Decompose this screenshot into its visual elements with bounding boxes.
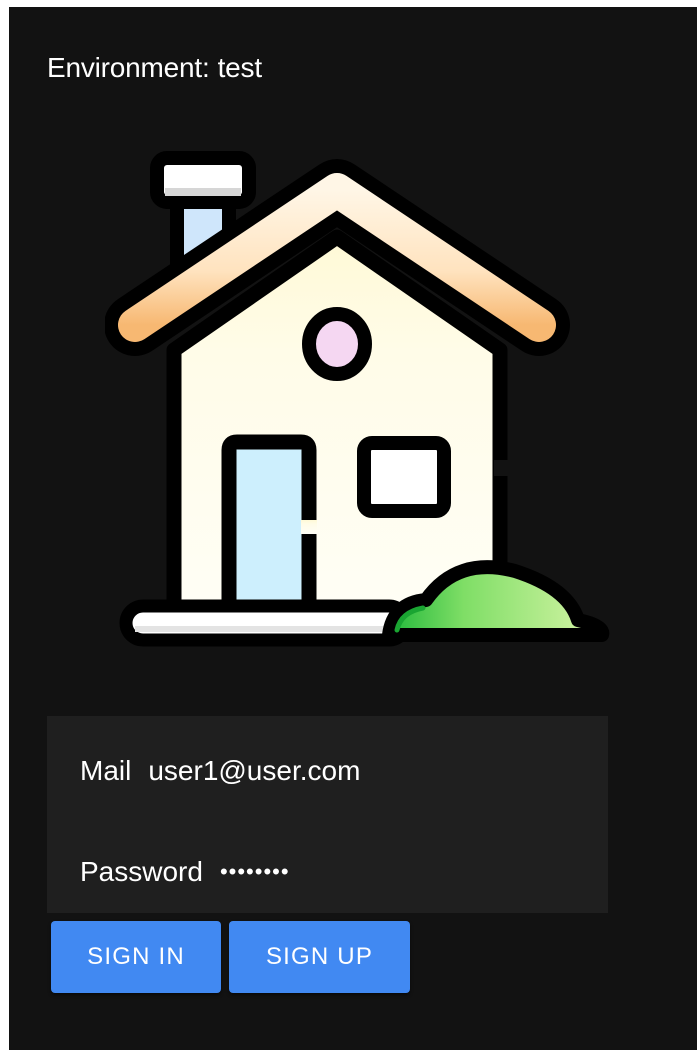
environment-value: test bbox=[217, 52, 263, 83]
mail-label: Mail bbox=[80, 755, 132, 786]
mail-input[interactable] bbox=[148, 755, 469, 787]
sign-in-button[interactable]: SIGN IN bbox=[51, 921, 221, 993]
app-window: Environment: test Mail user1@user.com Pa… bbox=[9, 7, 697, 1050]
password-input[interactable] bbox=[219, 859, 540, 885]
password-label: Password bbox=[80, 856, 203, 887]
login-form: Mail Password bbox=[47, 716, 608, 913]
password-field: Password bbox=[80, 848, 540, 896]
mail-field: Mail bbox=[80, 747, 469, 795]
sign-up-button[interactable]: SIGN UP bbox=[229, 921, 410, 993]
environment-label: Environment: bbox=[47, 52, 210, 83]
house-icon bbox=[105, 151, 610, 647]
environment-indicator: Environment: test bbox=[47, 52, 262, 84]
